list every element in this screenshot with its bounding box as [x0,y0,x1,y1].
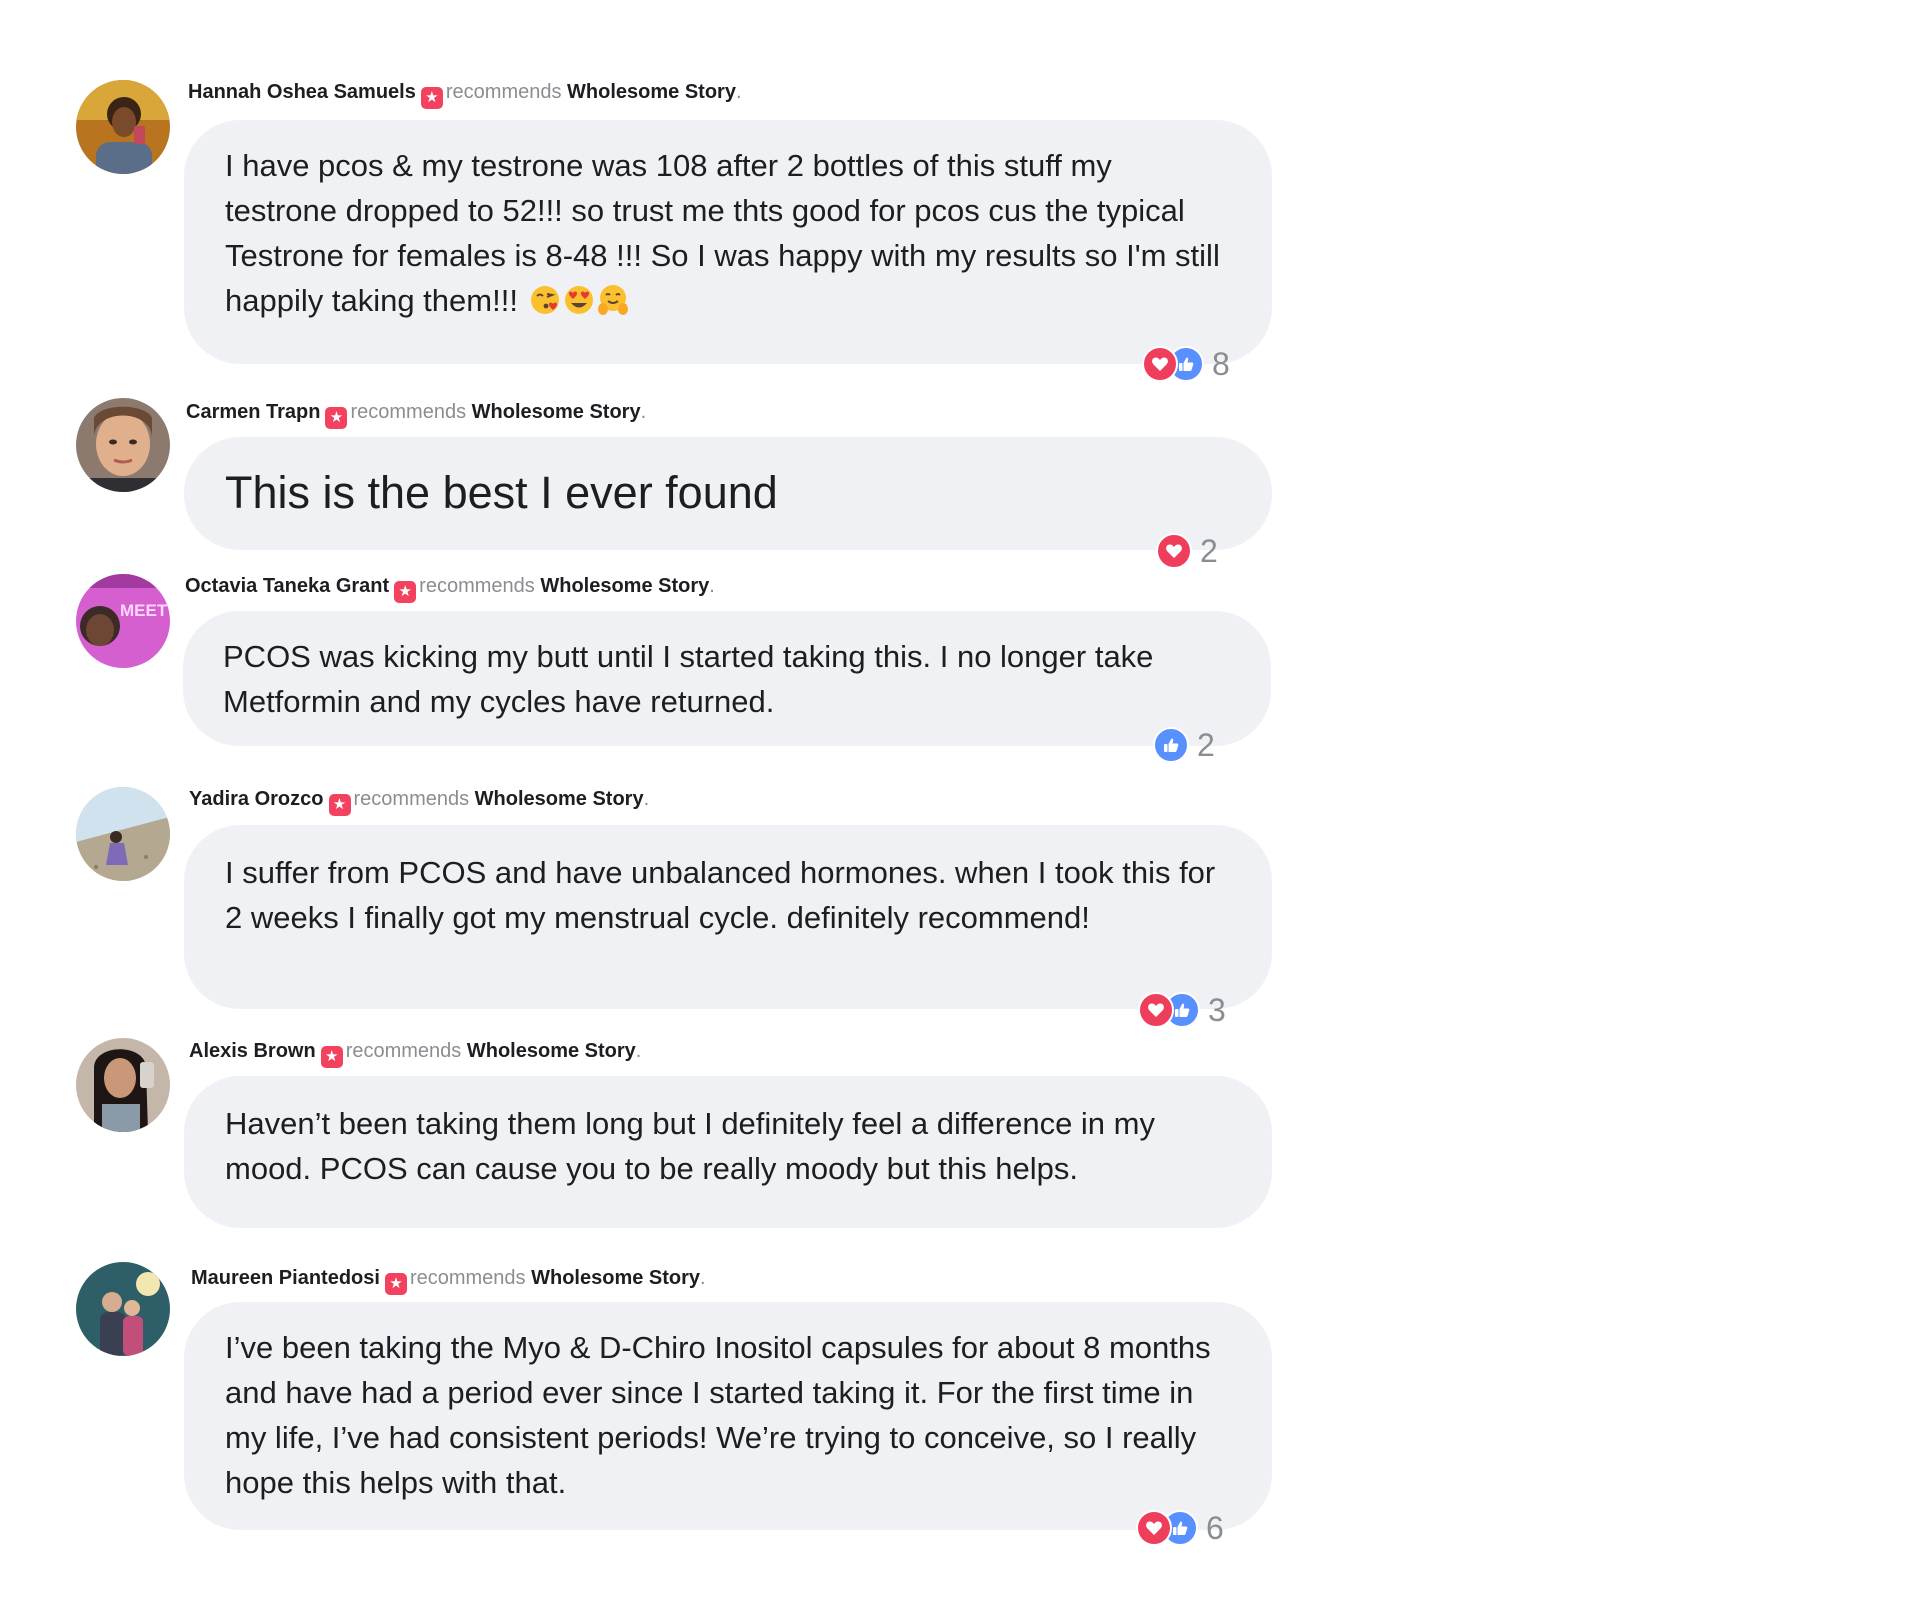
page-name[interactable]: Wholesome Story [467,1040,636,1062]
avatar[interactable] [76,1262,170,1356]
profile-photo [76,80,170,174]
recommend-badge-icon: ★ [420,87,443,109]
avatar[interactable] [76,1038,170,1132]
reaction-summary[interactable]: 6 [1136,1510,1224,1546]
author-name[interactable]: Yadira Orozco [189,788,324,810]
review-bubble: PCOS was kicking my butt until I started… [183,611,1271,746]
review-text: Haven’t been taking them long but I defi… [225,1106,1155,1186]
recommend-badge-icon: ★ [384,1273,407,1295]
review-bubble: This is the best I ever found [184,437,1272,550]
profile-photo [76,398,170,492]
avatar[interactable] [76,787,170,881]
avatar-caption: MEET ME THERE! [120,601,170,620]
reaction-count: 3 [1208,991,1226,1028]
recommend-verb: recommends [350,401,467,423]
recommend-badge-icon: ★ [320,1046,343,1068]
kissing-face-emoji [530,286,559,314]
heart-eyes-emoji [564,286,593,314]
review-bubble: I’ve been taking the Myo & D-Chiro Inosi… [184,1302,1272,1530]
recommend-verb: recommends [353,788,470,810]
reaction-count: 2 [1200,532,1218,569]
hugging-face-emoji [597,285,628,315]
recommend-badge-icon: ★ [394,581,417,603]
profile-photo [76,1262,170,1356]
review-text: I suffer from PCOS and have unbalanced h… [225,855,1216,935]
like-reaction-icon [1153,727,1189,763]
profile-photo [76,1038,170,1132]
page-name[interactable]: Wholesome Story [567,81,736,103]
avatar[interactable] [76,80,170,174]
recommend-badge-icon: ★ [325,407,348,429]
recommend-verb: recommends [445,81,562,103]
page-name[interactable]: Wholesome Story [472,401,641,423]
love-reaction-icon [1138,992,1174,1028]
recommend-verb: recommends [419,575,535,597]
love-reaction-icon [1156,533,1192,569]
author-name[interactable]: Hannah Oshea Samuels [188,81,416,103]
review-text: I’ve been taking the Myo & D-Chiro Inosi… [225,1330,1211,1500]
page-name[interactable]: Wholesome Story [531,1267,700,1289]
reaction-summary[interactable]: 8 [1142,346,1230,382]
review-bubble: I suffer from PCOS and have unbalanced h… [184,825,1272,1009]
reaction-count: 2 [1197,726,1215,763]
review-text: PCOS was kicking my butt until I started… [223,639,1154,719]
review-header: Yadira Orozco ★ recommends Wholesome Story… [189,787,649,816]
recommend-verb: recommends [345,1040,462,1062]
recommend-verb: recommends [409,1267,526,1289]
review-header: Hannah Oshea Samuels ★ recommends Wholesom… [188,80,742,109]
review-header: Octavia Taneka Grant ★ recommends Wholesom… [185,574,715,603]
profile-photo [76,787,170,881]
author-name[interactable]: Octavia Taneka Grant [185,575,389,597]
page-name[interactable]: Wholesome Story [475,788,644,810]
love-reaction-icon [1142,346,1178,382]
review-header: Maureen Piantedosi ★ recommends Wholesome … [191,1266,706,1295]
reaction-count: 6 [1206,1509,1224,1546]
review-text: I have pcos & my testrone was 108 after … [225,148,1220,318]
review-header: Carmen Trapn ★ recommends Wholesome Story. [186,400,646,429]
review-bubble: Haven’t been taking them long but I defi… [184,1076,1272,1228]
review-bubble: I have pcos & my testrone was 108 after … [184,120,1272,364]
review-header: Alexis Brown ★ recommends Wholesome Story. [189,1039,641,1068]
author-name[interactable]: Carmen Trapn [186,401,320,423]
avatar[interactable]: MEET ME THERE! [76,574,170,668]
reaction-summary[interactable]: 3 [1138,992,1226,1028]
reaction-summary[interactable]: 2 [1156,533,1218,569]
love-reaction-icon [1136,1510,1172,1546]
profile-photo: MEET ME THERE! [76,574,170,668]
reaction-summary[interactable]: 2 [1153,727,1215,763]
author-name[interactable]: Alexis Brown [189,1040,316,1062]
review-text: This is the best I ever found [225,467,778,518]
page-name[interactable]: Wholesome Story [540,575,709,597]
recommend-badge-icon: ★ [328,794,351,816]
avatar[interactable] [76,398,170,492]
author-name[interactable]: Maureen Piantedosi [191,1267,380,1289]
reaction-count: 8 [1212,345,1230,382]
